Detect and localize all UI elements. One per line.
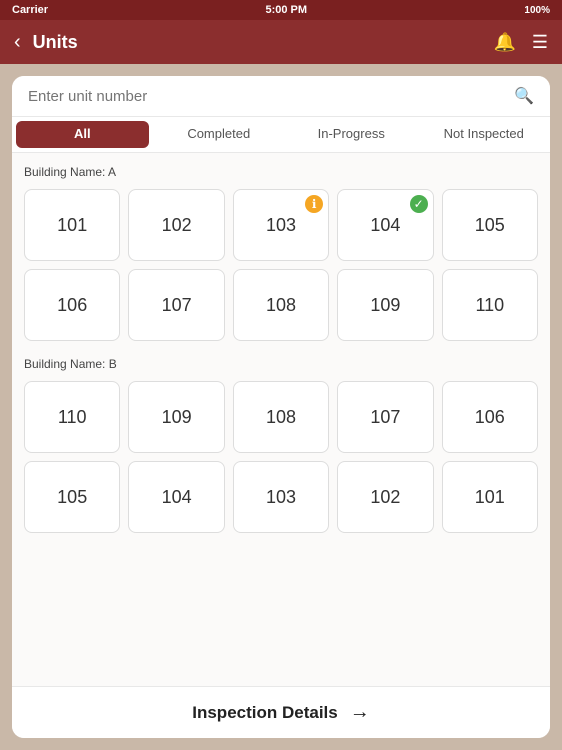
unit-cell[interactable]: 104: [128, 461, 224, 533]
search-icon: 🔍: [514, 86, 534, 106]
carrier-label: Carrier: [12, 4, 48, 16]
unit-cell[interactable]: 107: [128, 269, 224, 341]
tab-not-inspected[interactable]: Not Inspected: [418, 117, 551, 152]
unit-cell[interactable]: 108: [233, 381, 329, 453]
building-b-section: Building Name: B 110 109 108 107 106: [24, 355, 538, 533]
search-input[interactable]: [28, 88, 514, 105]
header: ‹ Units 🔔 ☰: [0, 20, 562, 64]
building-b-label: Building Name: B: [24, 355, 538, 373]
warning-badge: ℹ: [305, 195, 323, 213]
unit-cell[interactable]: 109: [128, 381, 224, 453]
content-scroll[interactable]: Building Name: A 101 102 103 ℹ 104 ✓: [12, 153, 550, 686]
arrow-icon: →: [350, 701, 370, 724]
menu-icon[interactable]: ☰: [532, 32, 548, 53]
unit-cell[interactable]: 103 ℹ: [233, 189, 329, 261]
filter-tabs: All Completed In-Progress Not Inspected: [12, 117, 550, 153]
bottom-bar[interactable]: Inspection Details →: [12, 686, 550, 738]
building-a-label: Building Name: A: [24, 163, 538, 181]
tab-in-progress[interactable]: In-Progress: [285, 117, 418, 152]
search-bar: 🔍: [12, 76, 550, 117]
time-label: 5:00 PM: [48, 4, 524, 16]
unit-cell[interactable]: 109: [337, 269, 433, 341]
inspection-details-label: Inspection Details: [192, 703, 337, 723]
unit-cell[interactable]: 104 ✓: [337, 189, 433, 261]
unit-cell[interactable]: 106: [442, 381, 538, 453]
page-title: Units: [33, 32, 482, 53]
unit-cell[interactable]: 110: [24, 381, 120, 453]
tab-completed[interactable]: Completed: [153, 117, 286, 152]
battery-label: 100%: [524, 5, 550, 16]
back-button[interactable]: ‹: [14, 31, 21, 54]
unit-cell[interactable]: 110: [442, 269, 538, 341]
unit-cell[interactable]: 101: [442, 461, 538, 533]
status-bar: Carrier 5:00 PM 100%: [0, 0, 562, 20]
battery-indicator: 100%: [524, 5, 550, 16]
header-actions: 🔔 ☰: [493, 32, 548, 53]
building-a-section: Building Name: A 101 102 103 ℹ 104 ✓: [24, 163, 538, 341]
building-a-grid: 101 102 103 ℹ 104 ✓ 105 106: [24, 189, 538, 341]
unit-cell[interactable]: 101: [24, 189, 120, 261]
unit-cell[interactable]: 105: [442, 189, 538, 261]
tab-all[interactable]: All: [16, 121, 149, 148]
unit-cell[interactable]: 105: [24, 461, 120, 533]
success-badge: ✓: [410, 195, 428, 213]
building-b-grid: 110 109 108 107 106 105: [24, 381, 538, 533]
unit-cell[interactable]: 107: [337, 381, 433, 453]
unit-cell[interactable]: 103: [233, 461, 329, 533]
unit-cell[interactable]: 102: [337, 461, 433, 533]
notification-icon[interactable]: 🔔: [493, 32, 515, 53]
main-card: 🔍 All Completed In-Progress Not Inspecte…: [12, 76, 550, 738]
unit-cell[interactable]: 108: [233, 269, 329, 341]
unit-cell[interactable]: 102: [128, 189, 224, 261]
unit-cell[interactable]: 106: [24, 269, 120, 341]
